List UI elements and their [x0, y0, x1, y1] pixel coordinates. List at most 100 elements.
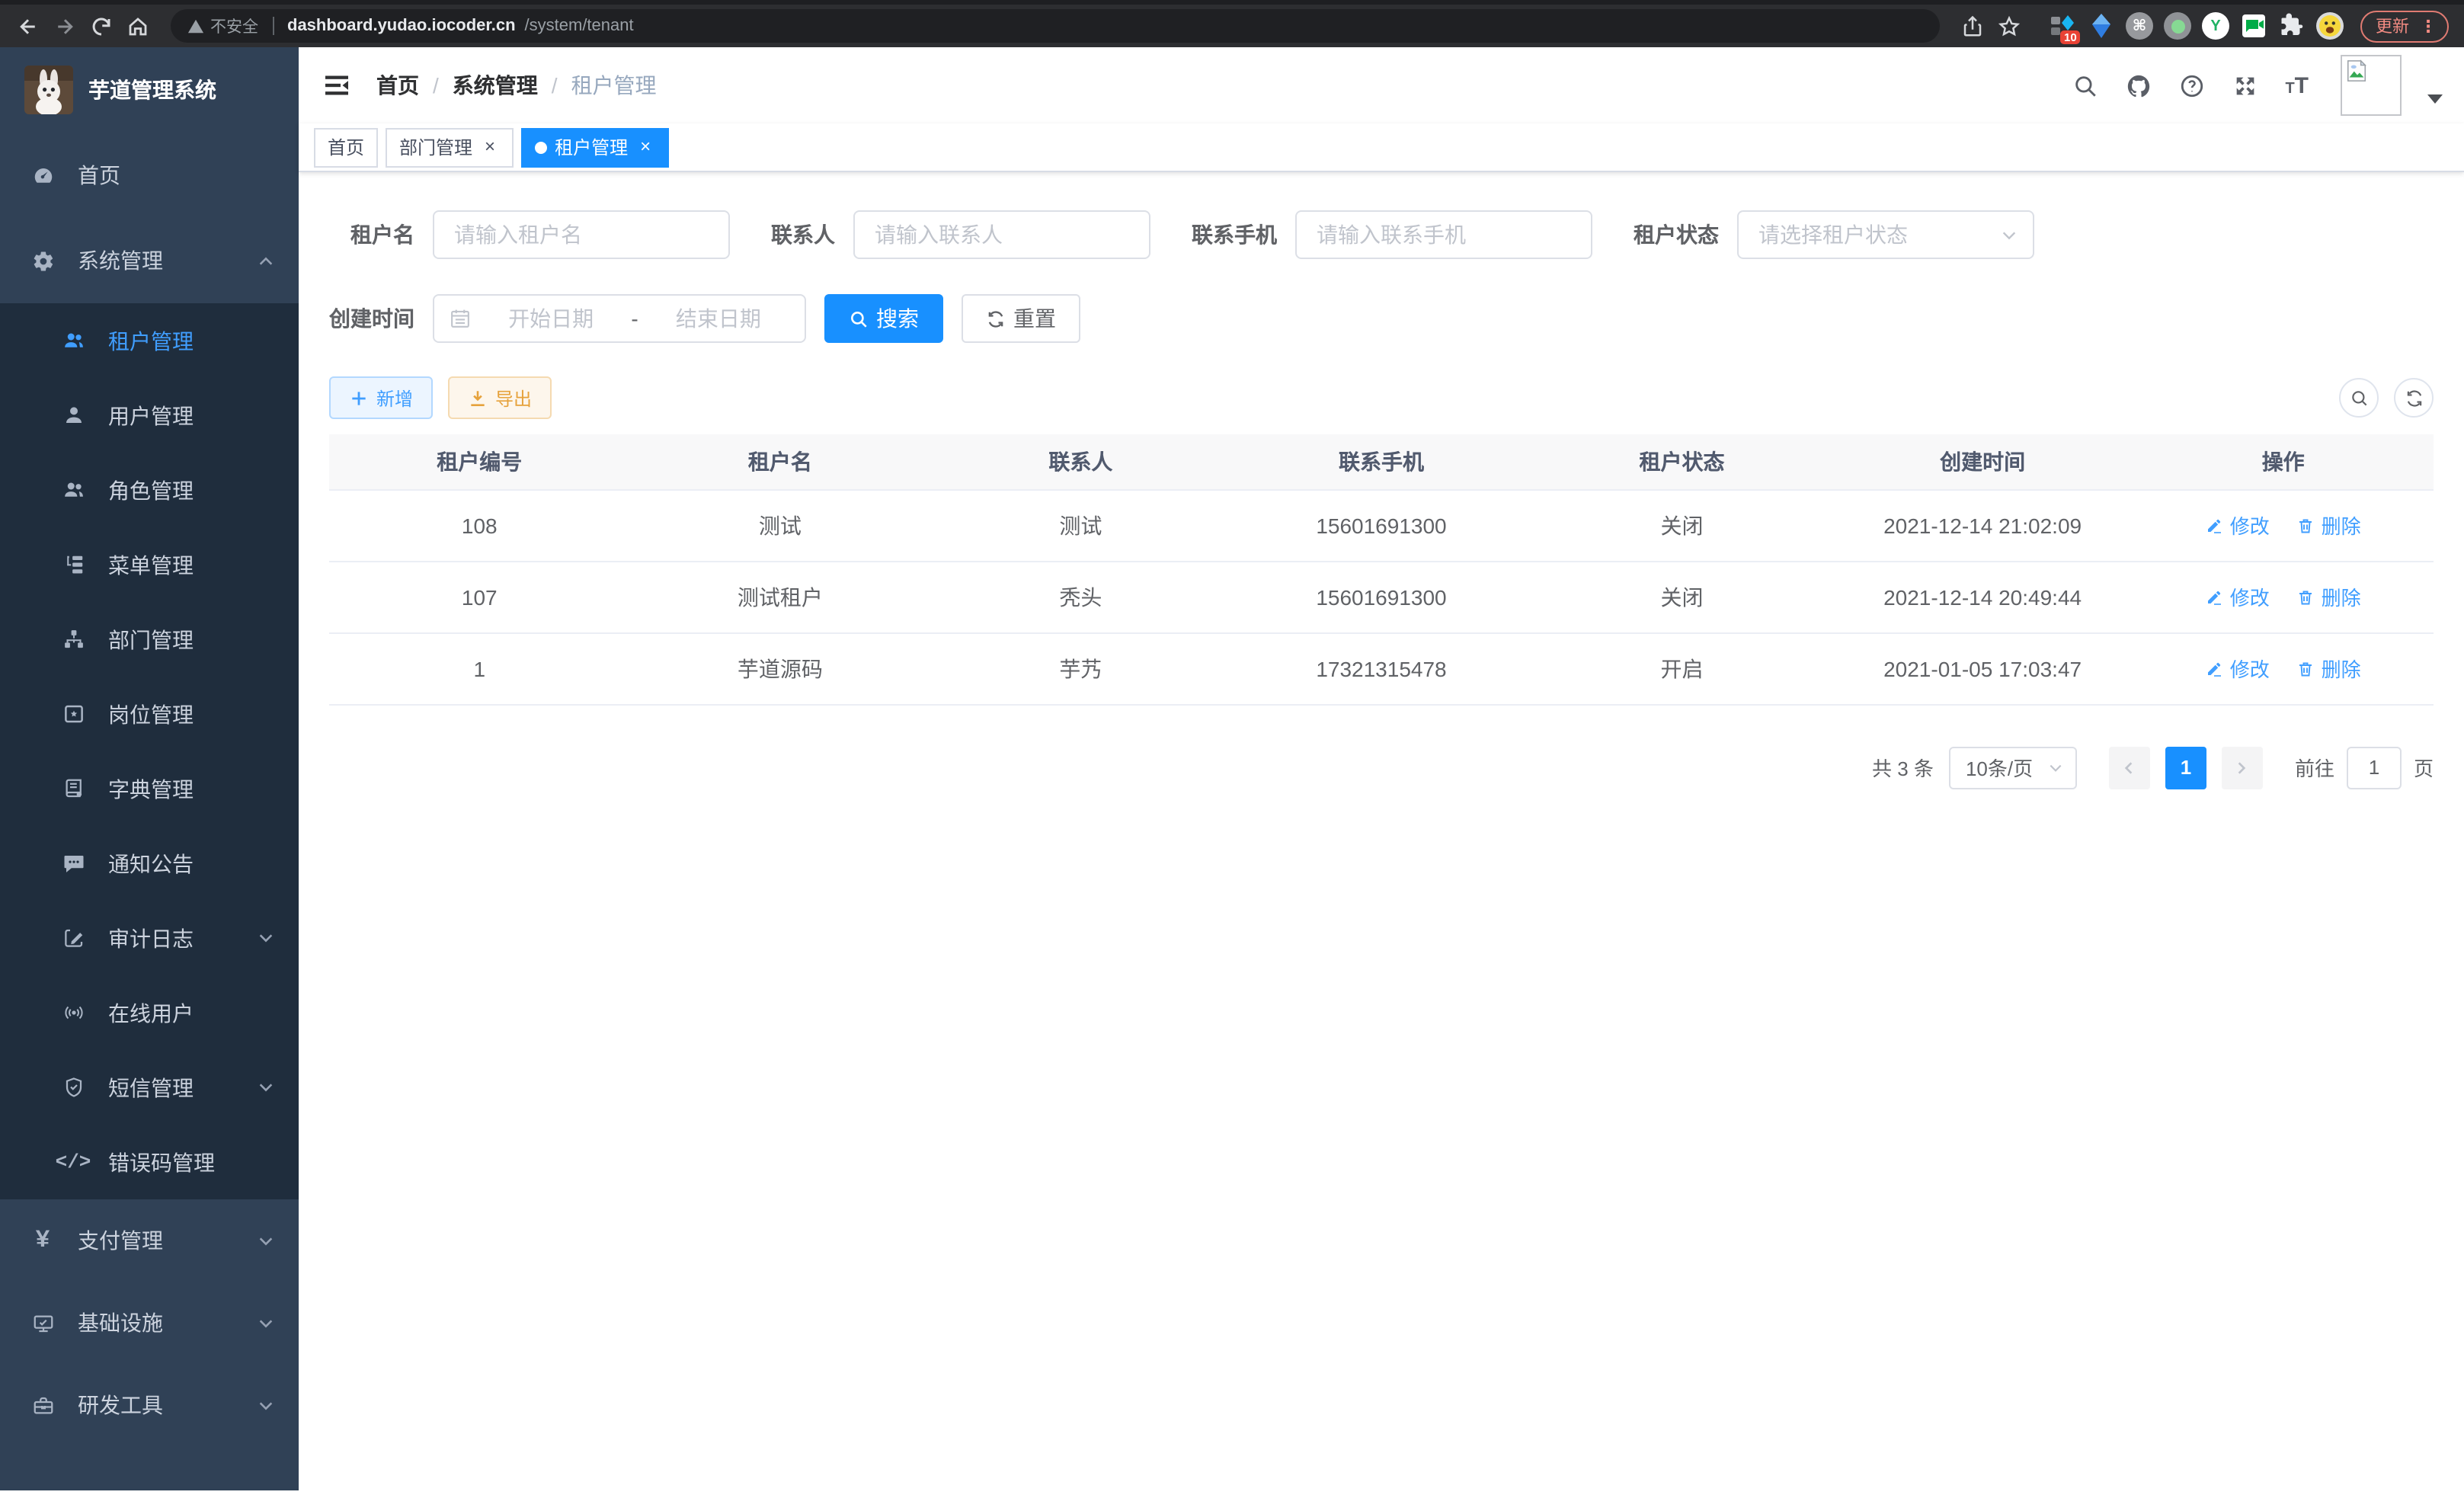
table-header-row: 租户编号 租户名 联系人 联系手机 租户状态 创建时间 操作	[329, 434, 2434, 489]
adblock-ext-icon[interactable]: 10	[2050, 12, 2077, 40]
puzzle-extensions-icon[interactable]	[2278, 12, 2306, 40]
sidebar-item-online-users[interactable]: 在线用户	[0, 975, 299, 1050]
audit-log-icon	[61, 926, 85, 950]
emoji-profile-icon[interactable]	[2316, 12, 2344, 40]
tenant-name-input[interactable]	[433, 210, 730, 259]
fullscreen-icon[interactable]	[2232, 72, 2259, 99]
breadcrumb-system[interactable]: 系统管理	[453, 70, 538, 101]
sidebar-item-label: 系统管理	[78, 245, 163, 276]
breadcrumb-current: 租户管理	[571, 70, 657, 101]
tab-home[interactable]: 首页	[314, 127, 378, 167]
more-menu-dots-icon[interactable]: ⋮	[2420, 16, 2437, 36]
sidebar-item-system[interactable]: 系统管理	[0, 218, 299, 303]
dropdown-caret-icon[interactable]	[2427, 94, 2443, 104]
start-date-placeholder: 开始日期	[480, 303, 622, 334]
sidebar-item-payment[interactable]: ¥ 支付管理	[0, 1199, 299, 1282]
delete-button[interactable]: 删除	[2297, 654, 2361, 683]
browser-toolbar: 不安全 dashboard.yudao.iocoder.cn/system/te…	[0, 0, 2464, 47]
back-icon[interactable]	[15, 13, 41, 39]
share-icon[interactable]	[1960, 13, 1986, 39]
home-icon[interactable]	[125, 13, 151, 39]
refresh-icon	[2404, 388, 2424, 408]
tab-dept[interactable]: 部门管理×	[386, 127, 514, 167]
next-page-button[interactable]	[2222, 746, 2263, 789]
y-ext-icon[interactable]: Y	[2202, 12, 2229, 40]
gear-icon	[30, 248, 55, 273]
cell-tenant-id: 108	[329, 489, 630, 561]
plus-icon	[349, 388, 369, 408]
command-ext-icon[interactable]: ⌘	[2126, 12, 2153, 40]
sidebar-item-user[interactable]: 用户管理	[0, 378, 299, 453]
sidebar-item-menu[interactable]: 菜单管理	[0, 527, 299, 602]
breadcrumb-home[interactable]: 首页	[376, 70, 419, 101]
tenant-table: 租户编号 租户名 联系人 联系手机 租户状态 创建时间 操作 108 测试	[329, 434, 2434, 705]
sidebar-item-notice[interactable]: 通知公告	[0, 826, 299, 901]
sidebar-toggle-icon[interactable]	[322, 70, 352, 101]
recorder-ext-icon[interactable]	[2164, 12, 2191, 40]
sidebar-item-role[interactable]: 角色管理	[0, 453, 299, 527]
date-range-picker[interactable]: 开始日期 - 结束日期	[433, 294, 806, 343]
chrome-update-button[interactable]: 更新 ⋮	[2360, 10, 2449, 42]
refresh-table-button[interactable]	[2394, 378, 2434, 418]
sidebar-item-devtools[interactable]: 研发工具	[0, 1364, 299, 1446]
avatar[interactable]	[2341, 55, 2402, 116]
bookmark-star-icon[interactable]	[1996, 13, 2022, 39]
chat-ext-icon[interactable]	[2240, 12, 2267, 40]
chevron-down-icon	[258, 1232, 274, 1249]
edit-button[interactable]: 修改	[2206, 582, 2270, 611]
cell-actions: 修改 删除	[2133, 561, 2434, 632]
tab-tenant[interactable]: 租户管理×	[521, 127, 669, 167]
search-icon	[2349, 388, 2369, 408]
reset-button[interactable]: 重置	[962, 294, 1080, 343]
delete-button[interactable]: 删除	[2297, 582, 2361, 611]
cell-mobile: 17321315478	[1231, 632, 1532, 704]
goto-label: 前往	[2295, 753, 2334, 782]
add-button[interactable]: 新增	[329, 376, 433, 419]
goto-page-input[interactable]	[2347, 746, 2402, 789]
download-icon	[468, 388, 488, 408]
contact-input[interactable]	[853, 210, 1150, 259]
sidebar-item-dept[interactable]: 部门管理	[0, 602, 299, 677]
forward-icon[interactable]	[52, 13, 78, 39]
sidebar-item-error-code[interactable]: </> 错误码管理	[0, 1125, 299, 1199]
font-size-icon[interactable]: TT	[2285, 74, 2309, 97]
sms-shield-icon	[61, 1075, 85, 1100]
close-icon[interactable]: ×	[480, 137, 500, 157]
filter-mobile: 联系手机	[1192, 210, 1592, 259]
reload-icon[interactable]	[88, 13, 114, 39]
sidebar-item-sms[interactable]: 短信管理	[0, 1050, 299, 1125]
kite-ext-icon[interactable]	[2088, 12, 2115, 40]
not-secure-warning[interactable]: 不安全	[187, 14, 258, 37]
sidebar-item-audit-log[interactable]: 审计日志	[0, 901, 299, 975]
sidebar-item-home[interactable]: 首页	[0, 133, 299, 218]
mobile-input[interactable]	[1295, 210, 1592, 259]
page-number-1[interactable]: 1	[2165, 746, 2206, 789]
top-navbar: 首页 / 系统管理 / 租户管理 TT	[299, 47, 2464, 123]
sidebar-item-tenant[interactable]: 租户管理	[0, 303, 299, 378]
sidebar-logo[interactable]: 芋道管理系统	[0, 47, 299, 133]
chevron-right-icon	[2235, 760, 2250, 775]
delete-button[interactable]: 删除	[2297, 511, 2361, 539]
sidebar-item-label: 首页	[78, 160, 120, 190]
search-button[interactable]: 搜索	[824, 294, 943, 343]
close-icon[interactable]: ×	[635, 137, 655, 157]
sidebar-item-post[interactable]: 岗位管理	[0, 677, 299, 751]
help-icon[interactable]	[2178, 72, 2206, 99]
edit-button[interactable]: 修改	[2206, 511, 2270, 539]
edit-button[interactable]: 修改	[2206, 654, 2270, 683]
address-bar[interactable]: 不安全 dashboard.yudao.iocoder.cn/system/te…	[171, 9, 1940, 43]
export-button[interactable]: 导出	[448, 376, 552, 419]
github-icon[interactable]	[2125, 72, 2152, 99]
col-contact: 联系人	[930, 434, 1231, 489]
toggle-search-button[interactable]	[2339, 378, 2379, 418]
cell-status: 开启	[1531, 632, 1832, 704]
prev-page-button[interactable]	[2109, 746, 2150, 789]
cell-actions: 修改 删除	[2133, 632, 2434, 704]
broken-image-icon	[2345, 59, 2368, 82]
sidebar-item-infrastructure[interactable]: 基础设施	[0, 1282, 299, 1364]
cell-tenant-id: 107	[329, 561, 630, 632]
status-select[interactable]: 请选择租户状态	[1737, 210, 2034, 259]
page-size-select[interactable]: 10条/页	[1949, 746, 2077, 789]
sidebar-item-dict[interactable]: 字典管理	[0, 751, 299, 826]
search-icon[interactable]	[2072, 72, 2099, 99]
